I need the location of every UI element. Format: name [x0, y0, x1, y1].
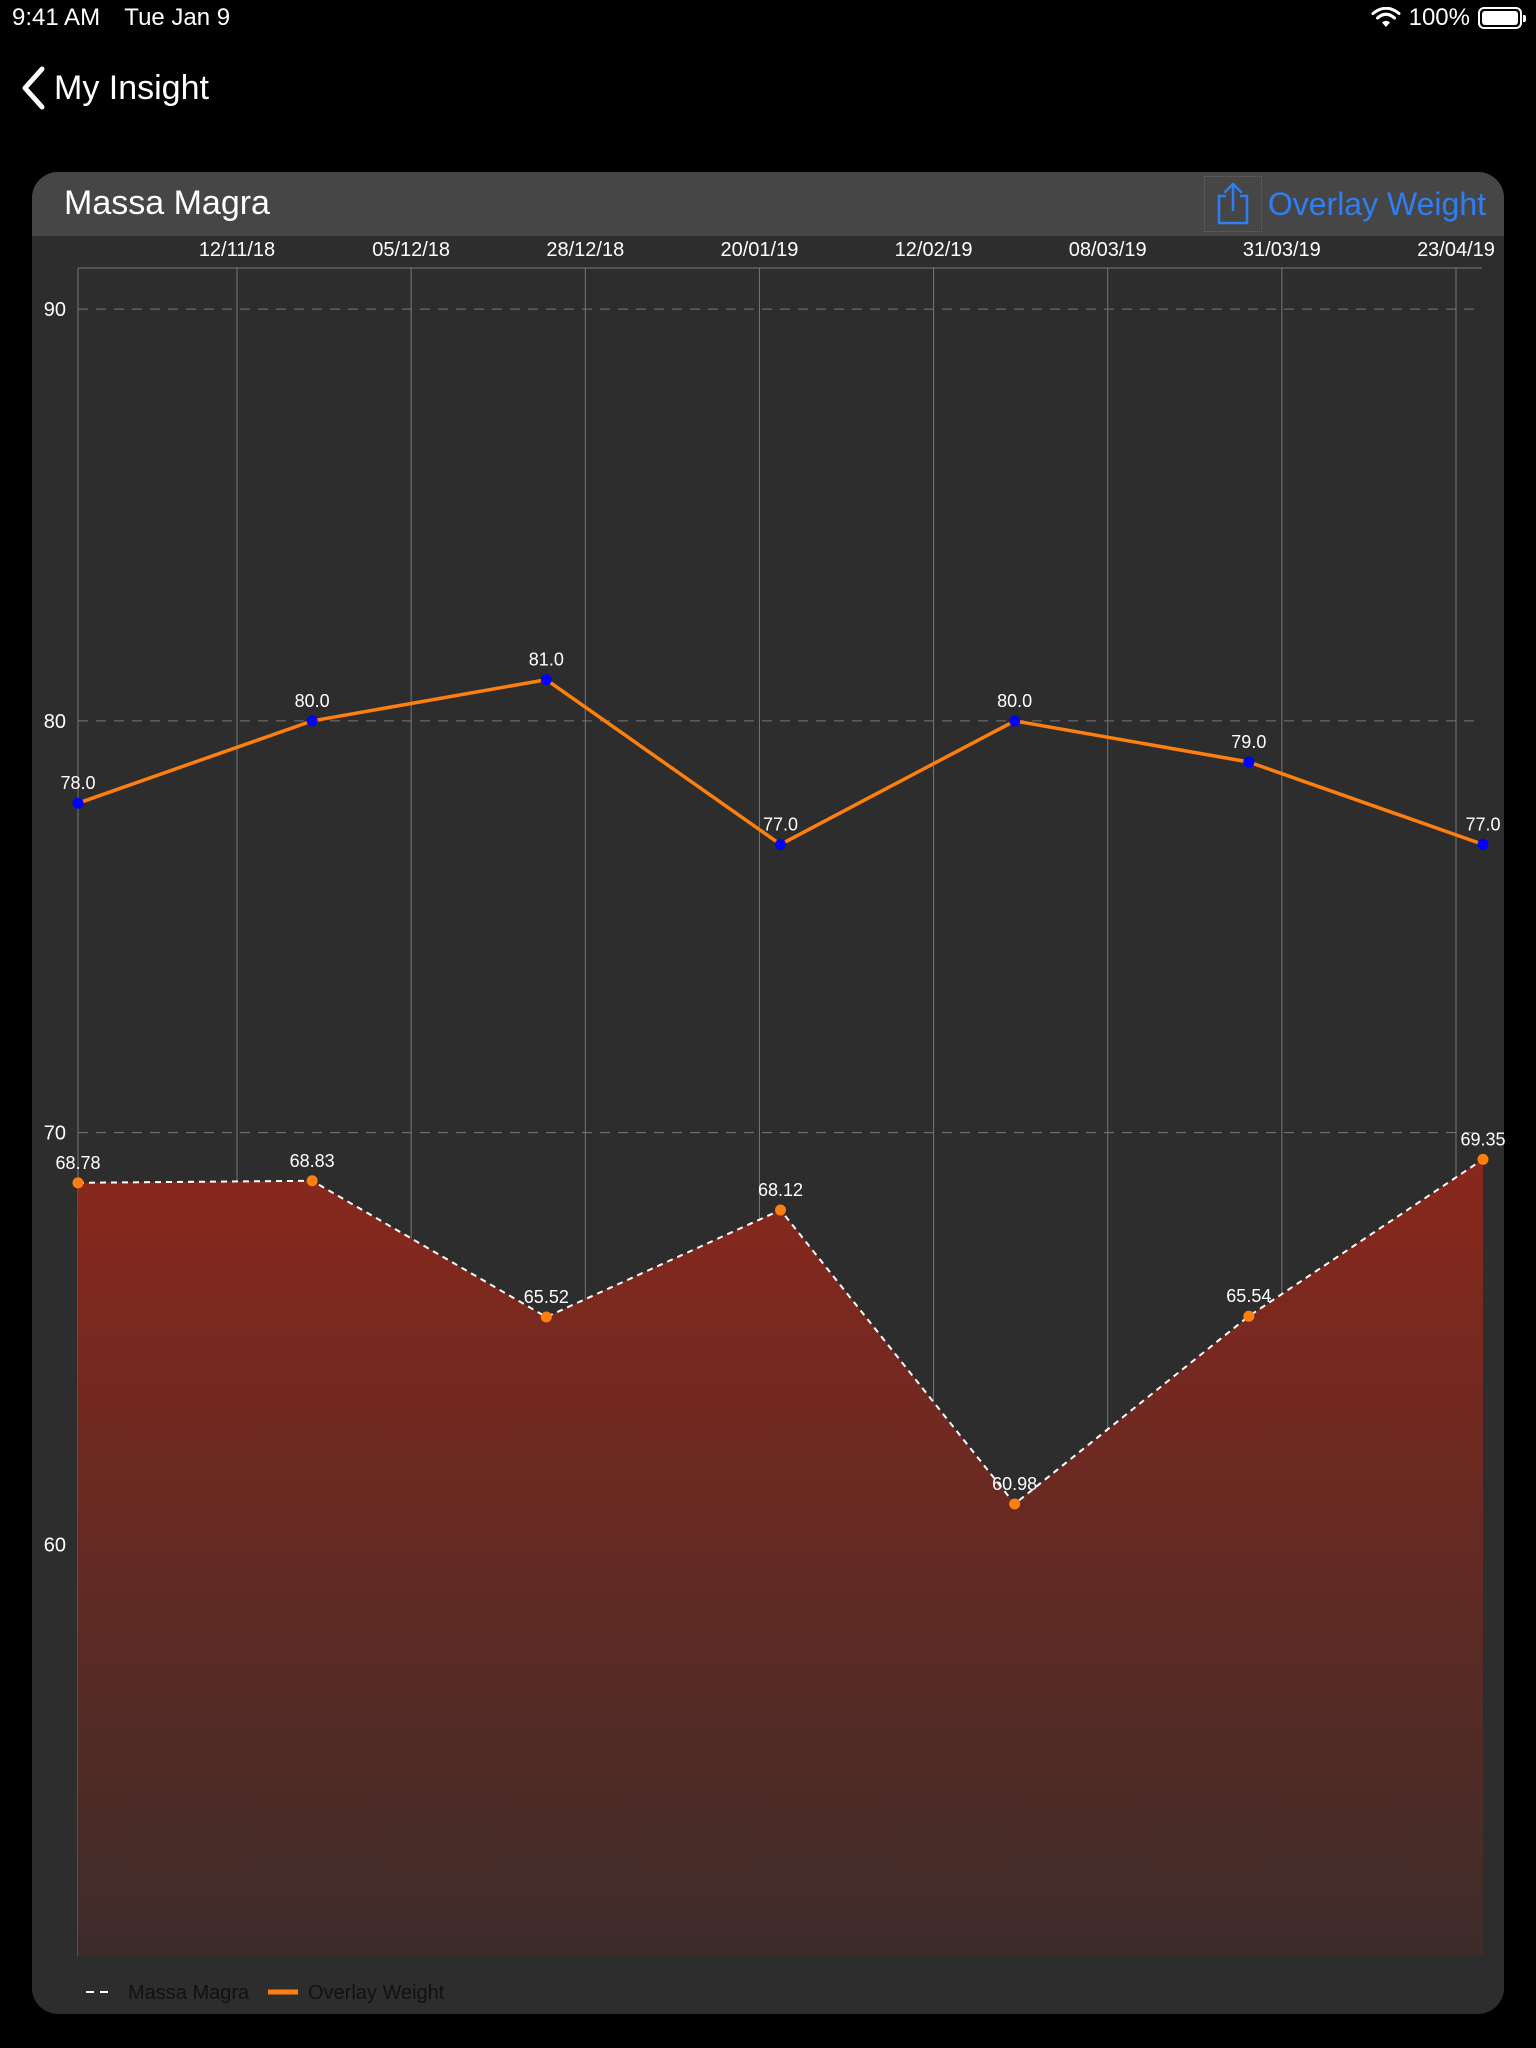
chart-legend: Massa Magra Overlay Weight — [86, 1982, 445, 2004]
data-label: 80.0 — [295, 691, 330, 711]
data-point — [1243, 756, 1255, 768]
x-tick-label: 12/02/19 — [895, 239, 973, 261]
data-point — [540, 1311, 552, 1323]
data-label: 68.78 — [55, 1153, 100, 1173]
data-label: 60.98 — [992, 1474, 1037, 1494]
data-point — [72, 797, 84, 809]
x-tick-label: 08/03/19 — [1069, 239, 1147, 261]
data-label: 68.12 — [758, 1180, 803, 1200]
data-label: 65.54 — [1226, 1286, 1271, 1306]
data-point — [540, 674, 552, 686]
x-tick-label: 05/12/18 — [372, 239, 450, 261]
data-label: 68.83 — [290, 1151, 335, 1171]
magra-area-fill — [78, 1159, 1483, 1956]
legend-label-overlay-weight: Overlay Weight — [308, 1982, 445, 2004]
data-point — [306, 715, 318, 727]
y-tick-label: 60 — [44, 1534, 66, 1556]
data-point — [1477, 838, 1489, 850]
x-tick-label: 23/04/19 — [1417, 239, 1495, 261]
data-point — [1477, 1153, 1489, 1165]
data-label: 80.0 — [997, 691, 1032, 711]
data-label: 78.0 — [60, 773, 95, 793]
data-point — [1009, 715, 1021, 727]
line-chart: 68.78 68.83 65.52 68.12 60.98 65.54 69.35 78.0 8… — [44, 239, 1506, 2004]
data-point — [1009, 1498, 1021, 1510]
legend-label-massa-magra: Massa Magra — [128, 1982, 250, 2004]
data-point — [775, 1204, 786, 1216]
x-tick-label: 31/03/19 — [1243, 239, 1321, 261]
y-tick-label: 90 — [44, 299, 66, 321]
data-point — [72, 1177, 84, 1189]
data-point — [1243, 1310, 1255, 1322]
data-label: 77.0 — [1465, 814, 1500, 834]
data-point — [306, 1175, 318, 1187]
x-tick-label: 12/11/18 — [199, 239, 275, 261]
magra-area — [78, 1159, 1483, 1956]
y-tick-label: 80 — [44, 711, 66, 733]
data-label: 81.0 — [529, 650, 564, 670]
data-label: 77.0 — [763, 814, 798, 834]
data-label: 69.35 — [1460, 1129, 1505, 1149]
data-point — [775, 838, 786, 850]
y-tick-label: 70 — [44, 1123, 66, 1145]
x-tick-label: 20/01/19 — [720, 239, 798, 261]
x-tick-label: 28/12/18 — [546, 239, 624, 261]
data-label: 65.52 — [524, 1287, 569, 1307]
data-label: 79.0 — [1231, 732, 1266, 752]
